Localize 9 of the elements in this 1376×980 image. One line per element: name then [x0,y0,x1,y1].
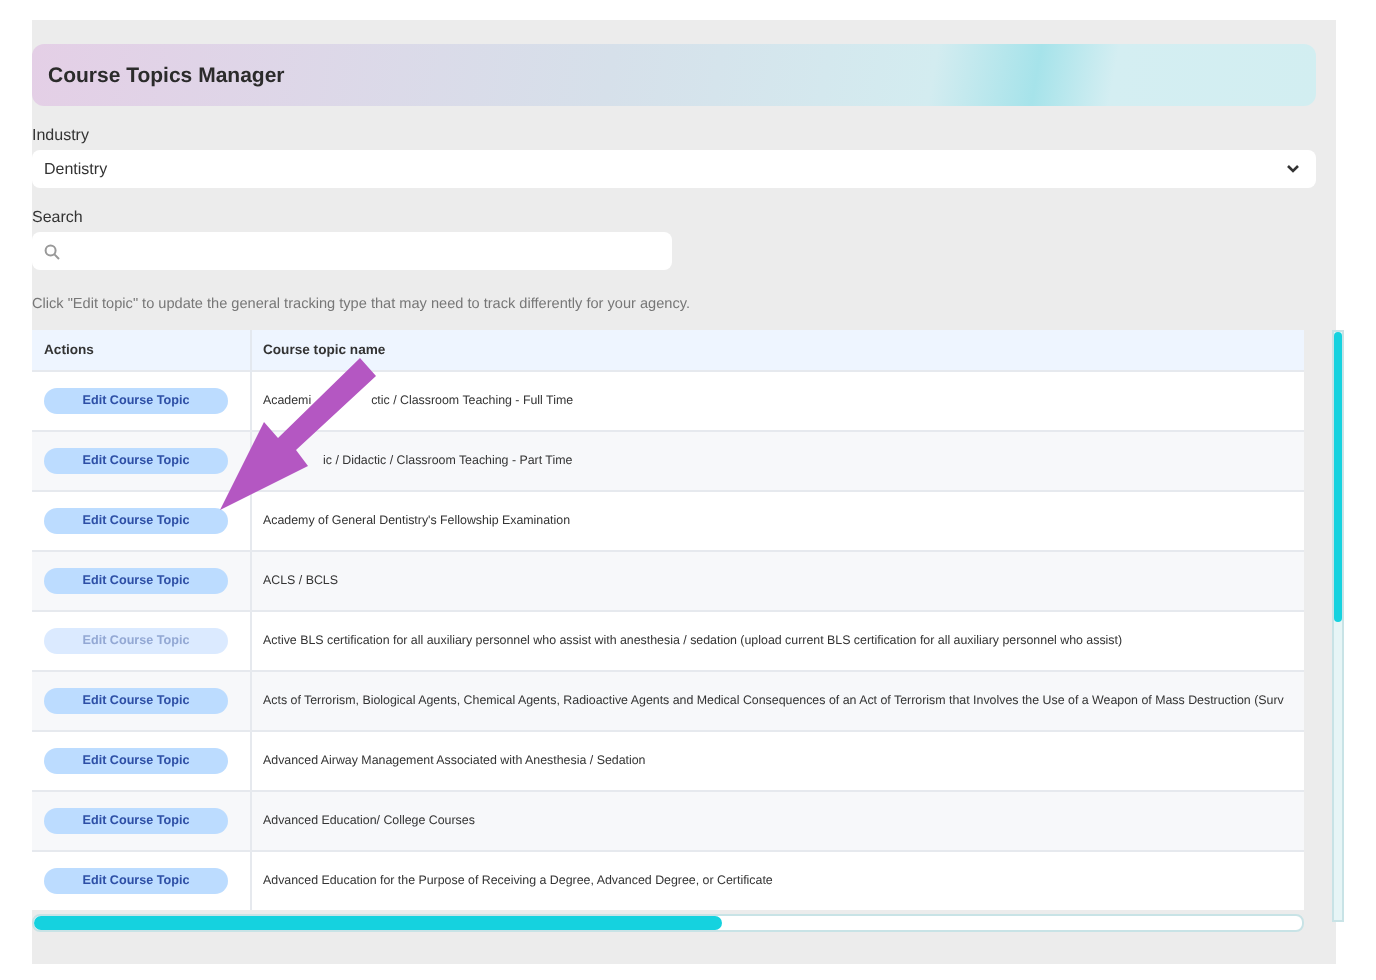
search-label: Search [32,208,85,226]
vertical-scrollbar[interactable] [1332,330,1344,922]
search-field[interactable] [32,232,672,270]
industry-label: Industry [32,126,91,144]
page-title: Course Topics Manager [48,63,285,87]
chevron-down-icon [1286,164,1300,174]
search-icon [44,243,60,259]
industry-dropdown[interactable]: Dentistry [32,150,1316,188]
horizontal-scrollbar[interactable] [32,914,1304,932]
